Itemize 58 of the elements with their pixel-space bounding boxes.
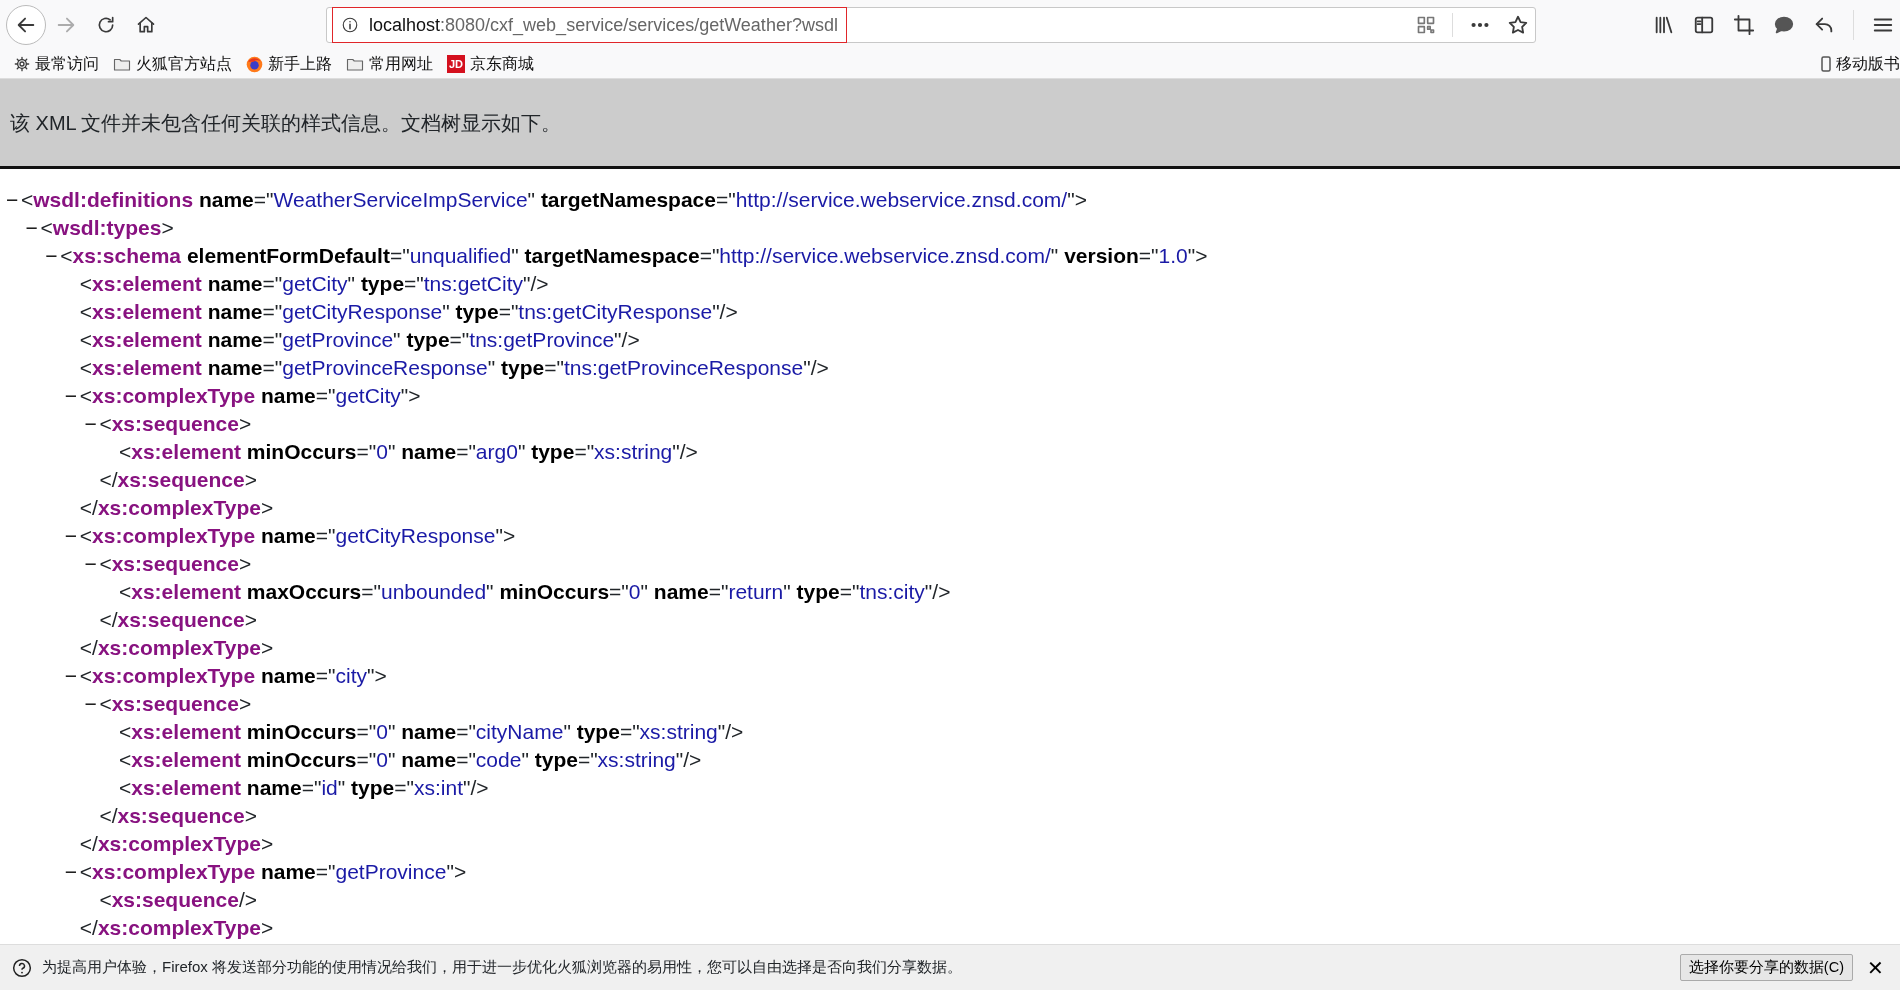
- xml-tag-line: <xs:element minOccurs="0" name="code" type="xs:string"/>: [119, 747, 702, 774]
- xml-tag-line: <xs:complexType name="getCityResponse">: [79, 523, 516, 550]
- phone-icon: [1821, 56, 1831, 72]
- collapse-toggle[interactable]: −: [84, 688, 100, 720]
- close-button[interactable]: ✕: [1863, 952, 1888, 983]
- xml-tag-line: <xs:sequence/>: [99, 887, 257, 914]
- bookmark-link[interactable]: 火狐官方站点: [136, 52, 232, 76]
- collapse-toggle[interactable]: −: [64, 520, 80, 552]
- xml-tag-line: <xs:element name="id" type="xs:int"/>: [119, 775, 489, 802]
- xml-tag-line: <xs:complexType name="getProvince">: [79, 859, 467, 886]
- bookmark-link[interactable]: 移动版书: [1836, 52, 1900, 76]
- xml-closing-tag: </xs:complexType>: [79, 912, 274, 944]
- logo-badge: JD: [447, 55, 465, 73]
- globe-logo-icon: [246, 55, 263, 73]
- xml-tag-line: <xs:sequence>: [99, 551, 252, 578]
- library-icon[interactable]: [1653, 14, 1675, 36]
- bookmark-link[interactable]: 京东商城: [470, 52, 534, 76]
- collapse-toggle[interactable]: −: [45, 240, 61, 272]
- xml-tag-line: <xs:element minOccurs="0" name="cityName" type="xs:string"/>: [119, 719, 744, 746]
- xml-tag-line: <wsdl:types>: [40, 215, 174, 242]
- xml-tag-line: <xs:element maxOccurs="unbounded" minOccurs="0" name="return" type="tns:city"/>: [119, 579, 951, 606]
- xml-tag-line: <xs:complexType name="city">: [79, 663, 387, 690]
- qr-code-icon[interactable]: [1416, 15, 1436, 35]
- collapse-toggle[interactable]: −: [64, 380, 80, 412]
- share-data-button[interactable]: 选择你要分享的数据(C): [1679, 953, 1853, 982]
- collapse-toggle[interactable]: −: [64, 660, 80, 692]
- xml-tag-line: <xs:sequence>: [99, 411, 252, 438]
- url-text: localhost:8080/cxf_web_service/services/getWeather?wsdl: [369, 13, 838, 38]
- info-icon: [341, 16, 359, 34]
- xml-tag-line: <xs:element name="getProvinceResponse" type="tns:getProvinceResponse"/>: [79, 355, 829, 382]
- collapse-toggle[interactable]: −: [64, 856, 80, 888]
- xml-tag-line: <xs:element name="getCityResponse" type="tns:getCityResponse"/>: [79, 299, 738, 326]
- star-icon[interactable]: [1507, 14, 1529, 36]
- collapse-toggle[interactable]: −: [84, 548, 100, 580]
- xml-tag-line: <xs:sequence>: [99, 691, 252, 718]
- notification-message: 为提高用户体验，Firefox 将发送部分功能的使用情况给我们，用于进一步优化火狐浏览器的易用性，您可以自由选择是否向我们分享数据。: [42, 957, 962, 978]
- address-bar[interactable]: localhost:8080/cxf_web_service/services/getWeather?wsdl: [326, 7, 1536, 43]
- bookmark-link[interactable]: 常用网址: [369, 52, 433, 76]
- gear-icon: [14, 56, 30, 72]
- info-message: 该 XML 文件并未包含任何关联的样式信息。文档树显示如下。: [10, 110, 562, 136]
- back-button[interactable]: [6, 5, 46, 45]
- xml-tag-line: <xs:element name="getProvince" type="tns:getProvince"/>: [79, 327, 640, 354]
- collapse-toggle[interactable]: −: [25, 212, 41, 244]
- collapse-toggle[interactable]: −: [84, 408, 100, 440]
- sidebar-icon[interactable]: [1693, 14, 1715, 36]
- crop-icon[interactable]: [1733, 14, 1755, 36]
- bookmark-link[interactable]: 新手上路: [268, 52, 332, 76]
- xml-tag-line: <wsdl:definitions name="WeatherServiceImpService" targetNamespace="http://service.webservice.znsd.com/">: [21, 187, 1087, 214]
- collapse-toggle[interactable]: −: [6, 184, 21, 216]
- bookmark-link[interactable]: 最常访问: [35, 52, 99, 76]
- xml-tag-line: <xs:complexType name="getCity">: [79, 383, 421, 410]
- reload-icon: [96, 15, 116, 35]
- help-icon: [12, 957, 32, 978]
- home-icon: [136, 15, 156, 35]
- xml-tag-line: <xs:element name="getCity" type="tns:getCity"/>: [79, 271, 549, 298]
- chat-bubble-icon[interactable]: [1773, 14, 1795, 36]
- xml-tag-line: <xs:schema elementFormDefault="unqualified" targetNamespace="http://service.webservice.znsd.com/" version="1.0">: [60, 243, 1208, 270]
- xml-tag-line: <xs:element minOccurs="0" name="arg0" type="xs:string"/>: [119, 439, 698, 466]
